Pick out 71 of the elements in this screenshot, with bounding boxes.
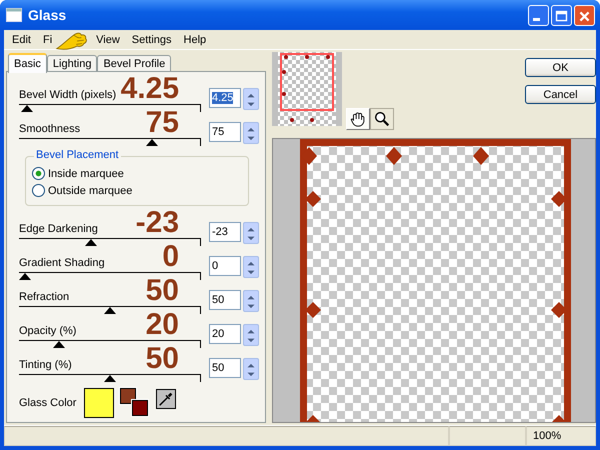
- slider-thumb[interactable]: [19, 273, 31, 280]
- slider-track[interactable]: [19, 272, 201, 280]
- spin-button[interactable]: [243, 290, 259, 312]
- hand-icon: [349, 110, 367, 128]
- hand-tool-button[interactable]: [346, 108, 370, 130]
- radio-button[interactable]: [32, 167, 45, 180]
- color-swatch[interactable]: [84, 388, 114, 418]
- spin-button[interactable]: [243, 256, 259, 278]
- value-annotation: 4.25: [120, 74, 179, 104]
- slider-thumb[interactable]: [52, 341, 65, 348]
- number-field[interactable]: -23: [209, 222, 241, 242]
- spin-button[interactable]: [243, 358, 259, 380]
- slider-thumb[interactable]: [104, 307, 116, 314]
- slider-label: Tinting (%): [19, 359, 72, 371]
- slider-track[interactable]: [19, 238, 201, 246]
- minimize-button[interactable]: [528, 4, 549, 26]
- value-annotation: 50: [146, 276, 179, 306]
- spin-button[interactable]: [243, 122, 259, 144]
- slider-thumb[interactable]: [146, 139, 158, 146]
- slider-track[interactable]: [19, 306, 201, 314]
- color-swatch[interactable]: [132, 400, 148, 416]
- slider-track[interactable]: [19, 340, 201, 348]
- close-button[interactable]: [574, 4, 595, 26]
- number-field[interactable]: 50: [209, 358, 241, 378]
- number-field[interactable]: 0: [209, 256, 241, 276]
- number-field[interactable]: 4.25: [209, 88, 241, 108]
- slider-track[interactable]: [19, 104, 201, 112]
- menu-item[interactable]: Edit: [12, 34, 31, 46]
- zoom-tool-button[interactable]: [370, 108, 394, 130]
- magnifier-icon: [373, 110, 391, 128]
- eyedropper-button[interactable]: [156, 389, 176, 409]
- number-field[interactable]: 20: [209, 324, 241, 344]
- value-annotation: 0: [162, 242, 179, 272]
- menu-item[interactable]: View: [96, 34, 120, 46]
- spin-button[interactable]: [243, 324, 259, 346]
- value-annotation: 75: [146, 108, 179, 138]
- minimize-icon: [533, 18, 540, 20]
- tab[interactable]: Basic: [8, 53, 47, 73]
- slider-label: Smoothness: [19, 123, 80, 135]
- number-field[interactable]: 75: [209, 122, 241, 142]
- menu-item[interactable]: Help: [184, 34, 206, 46]
- slider-thumb[interactable]: [20, 105, 33, 112]
- dialog-button[interactable]: OK: [525, 58, 596, 77]
- pointing-hand-icon: [55, 30, 89, 52]
- value-annotation: 50: [146, 344, 179, 374]
- window-icon: [6, 8, 22, 22]
- spin-button[interactable]: [243, 88, 259, 110]
- slider-label: Gradient Shading: [19, 257, 105, 269]
- menu-item[interactable]: Fi: [42, 34, 52, 46]
- radio-button[interactable]: [32, 184, 45, 197]
- radio-label[interactable]: Inside marquee: [48, 168, 124, 180]
- value-annotation: 20: [146, 310, 179, 340]
- spin-button[interactable]: [243, 222, 259, 244]
- slider-label: Edge Darkening: [19, 223, 98, 235]
- tab[interactable]: Bevel Profile: [97, 55, 172, 72]
- group-title: Bevel Placement: [34, 149, 121, 161]
- window-title: Glass: [28, 7, 68, 23]
- field-label: Glass Color: [19, 397, 76, 409]
- dialog-button[interactable]: Cancel: [525, 85, 596, 104]
- maximize-button[interactable]: [551, 4, 572, 26]
- color-swatch[interactable]: [120, 388, 136, 404]
- slider-label: Refraction: [19, 291, 70, 303]
- radio-label[interactable]: Outside marquee: [48, 184, 132, 196]
- slider-thumb[interactable]: [84, 239, 97, 246]
- slider-label: Bevel Width (pixels): [19, 89, 116, 101]
- number-field[interactable]: 50: [209, 290, 241, 310]
- value-annotation: -23: [136, 208, 179, 238]
- slider-label: Opacity (%): [19, 325, 76, 337]
- zoom-level: 100%: [526, 426, 596, 446]
- tab[interactable]: Lighting: [46, 55, 98, 72]
- menu-item[interactable]: Settings: [132, 34, 172, 46]
